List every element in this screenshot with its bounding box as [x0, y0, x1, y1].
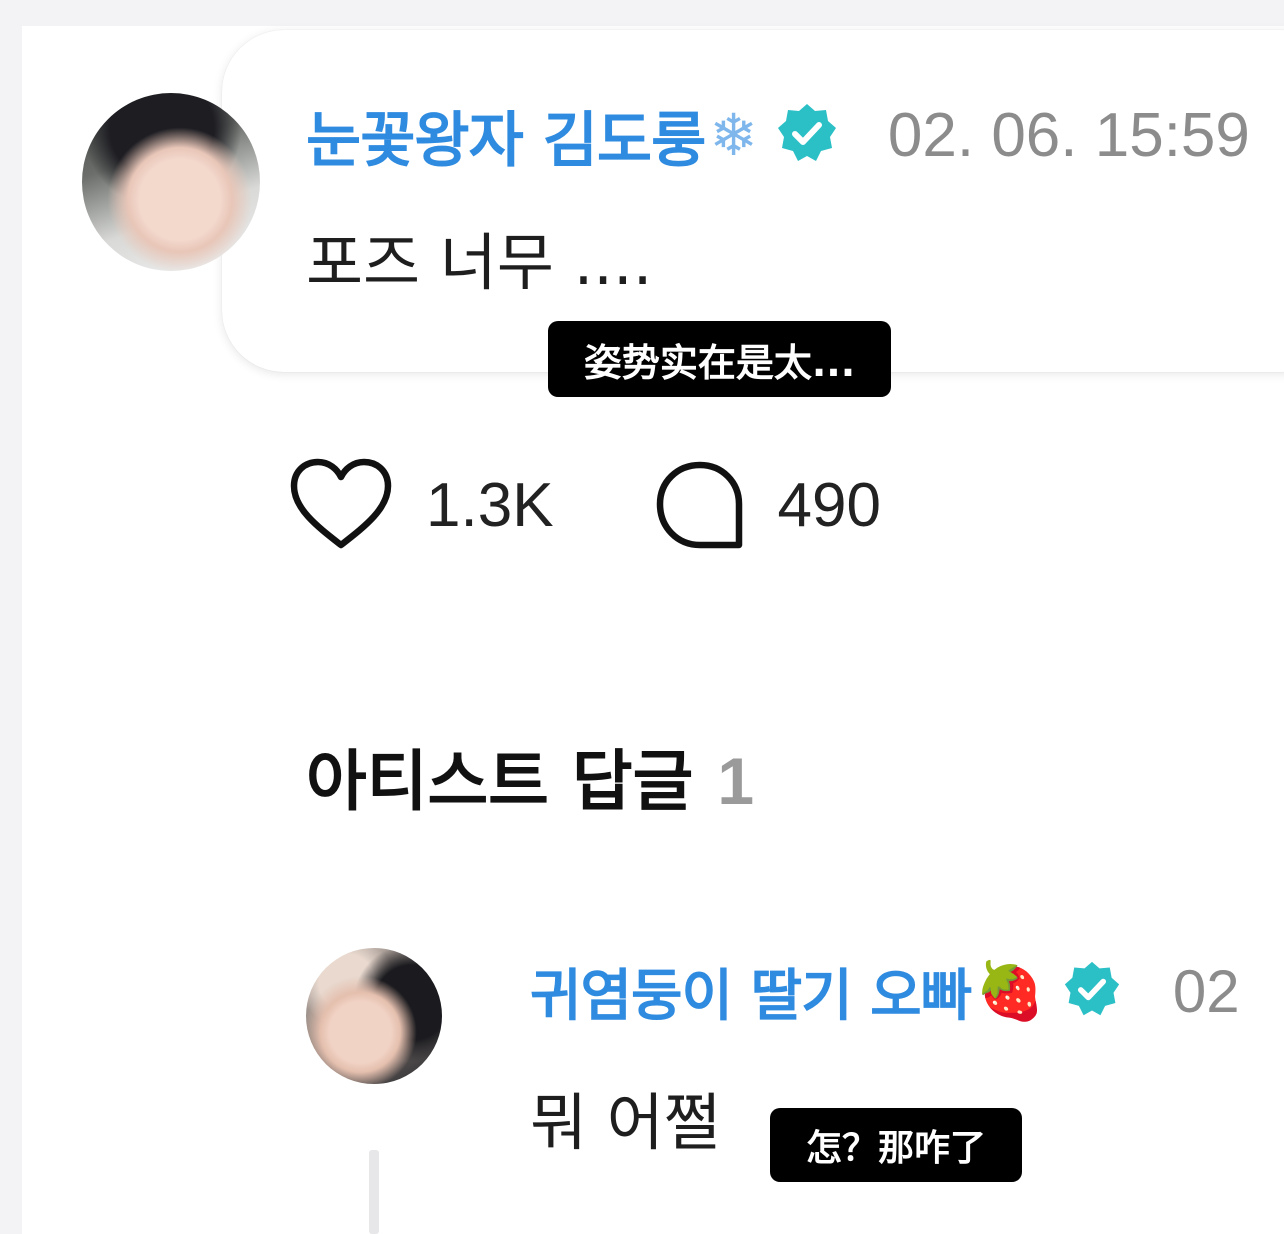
translation-subtitle: 姿势实在是太...: [548, 321, 891, 397]
verified-badge-icon: [776, 102, 838, 168]
comment-timestamp: 02. 06. 15:59: [887, 100, 1250, 170]
like-button[interactable]: 1.3K: [288, 457, 554, 553]
comment-bubble-icon: [656, 461, 742, 549]
heart-icon: [290, 458, 392, 549]
comment-text: 포즈 너무 ....: [306, 226, 653, 299]
reply-count: 490: [777, 470, 881, 540]
left-margin-strip: [0, 0, 22, 1234]
reply-translation-subtitle: 怎？那咋了: [770, 1108, 1022, 1182]
commenter-avatar[interactable]: [82, 93, 260, 271]
reply-author-name[interactable]: 귀염둥이 딸기 오빠: [530, 951, 972, 1032]
thread-connector-line: [369, 1150, 379, 1234]
artist-replies-header: 아티스트 답글 1: [306, 728, 754, 824]
reply-author-avatar[interactable]: [306, 948, 442, 1084]
comment-page: 눈꽃왕자 김도룽 ❄ 02. 06. 15:59 포즈 너무 .... 姿势实在…: [0, 0, 1284, 1234]
comment-author-name[interactable]: 눈꽃왕자 김도룽: [306, 92, 706, 179]
top-margin-strip: [22, 0, 1284, 26]
comment-stats: 1.3K 490: [288, 455, 881, 555]
reply-timestamp: 02: [1172, 957, 1240, 1025]
verified-badge-icon: [1063, 960, 1121, 1022]
snowflake-emoji: ❄: [709, 101, 758, 169]
strawberry-emoji: 🍓: [975, 959, 1045, 1024]
reply-text: 뭐 어쩔: [530, 1086, 721, 1159]
artist-replies-count: 1: [717, 744, 755, 818]
comment-header: 눈꽃왕자 김도룽 ❄ 02. 06. 15:59: [306, 95, 1250, 176]
reply-header: 귀염둥이 딸기 오빠 🍓 02: [530, 952, 1240, 1030]
reply-button[interactable]: 490: [654, 459, 881, 551]
artist-replies-label: 아티스트 답글: [306, 743, 694, 820]
like-count: 1.3K: [426, 470, 554, 540]
